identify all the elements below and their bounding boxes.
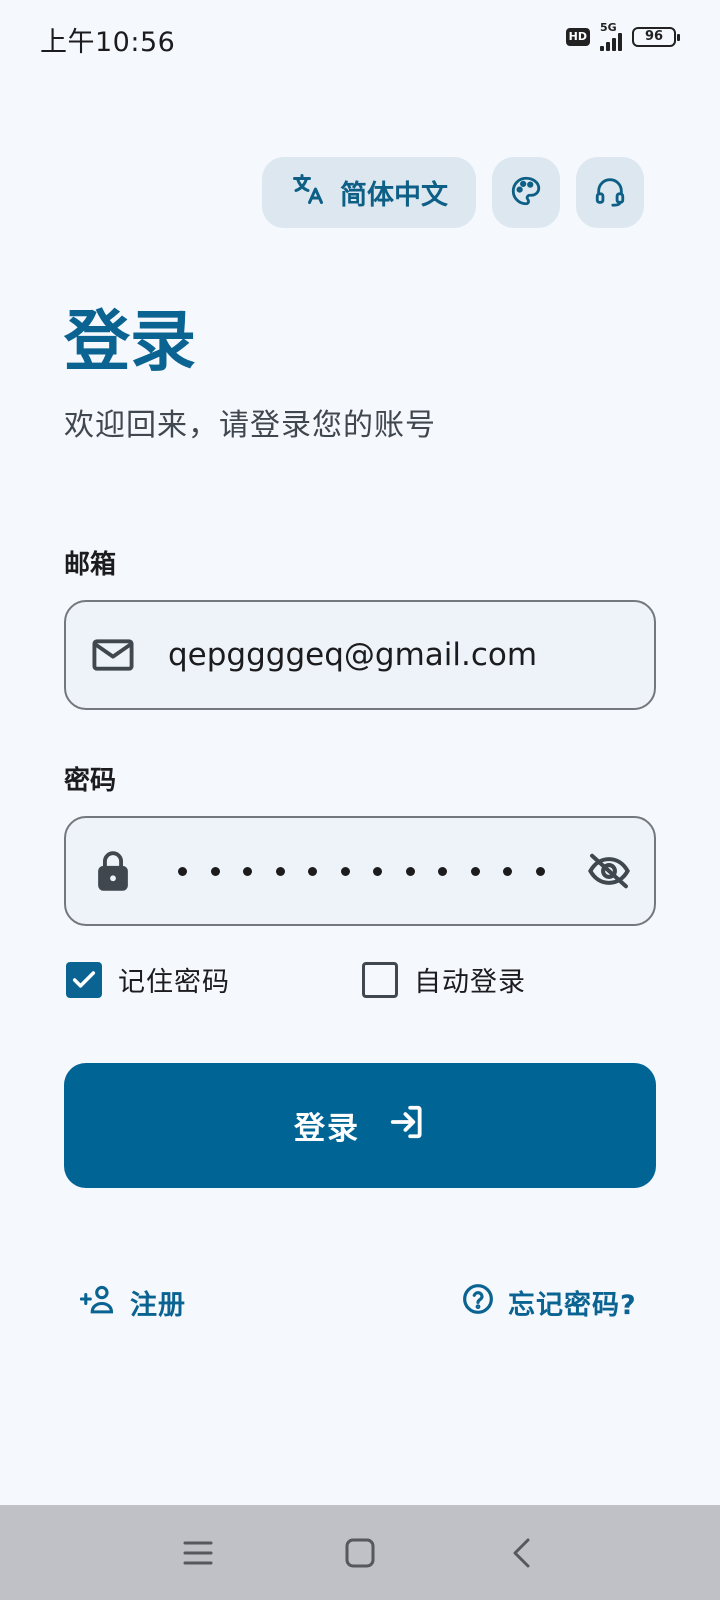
password-dot bbox=[210, 866, 220, 876]
back-icon[interactable] bbox=[502, 1533, 542, 1573]
forgot-password-label: 忘记密码? bbox=[508, 1290, 637, 1321]
hd-badge: HD bbox=[565, 27, 590, 46]
language-label: 简体中文 bbox=[340, 180, 448, 211]
remember-password-checkbox[interactable] bbox=[66, 961, 102, 998]
status-icons: HD 5G 96 bbox=[565, 22, 680, 51]
password-dot bbox=[405, 866, 415, 876]
password-dot bbox=[308, 866, 317, 876]
password-dot bbox=[373, 866, 382, 876]
email-field-container bbox=[64, 600, 656, 710]
password-field[interactable] bbox=[64, 816, 656, 926]
page-title: 登录 bbox=[64, 303, 196, 380]
password-dot bbox=[470, 866, 480, 876]
password-dot bbox=[438, 866, 447, 876]
login-button[interactable]: 登录 bbox=[64, 1063, 656, 1188]
email-field[interactable] bbox=[168, 602, 588, 708]
home-icon[interactable] bbox=[340, 1533, 380, 1573]
battery-level: 96 bbox=[644, 29, 664, 44]
password-dot bbox=[178, 866, 187, 876]
page-subtitle: 欢迎回来，请登录您的账号 bbox=[64, 408, 436, 443]
register-link[interactable]: 注册 bbox=[79, 1283, 186, 1322]
check-icon bbox=[72, 970, 96, 988]
palette-icon bbox=[509, 174, 543, 212]
support-button[interactable] bbox=[576, 157, 644, 228]
network-type: 5G bbox=[600, 21, 617, 34]
auto-login-checkbox[interactable] bbox=[362, 961, 398, 998]
password-dot bbox=[535, 866, 545, 876]
password-dot bbox=[275, 866, 285, 876]
forgot-password-link[interactable]: 忘记密码? bbox=[462, 1283, 637, 1322]
password-dot bbox=[503, 866, 512, 876]
remember-password-option[interactable]: 记住密码 bbox=[66, 960, 230, 999]
password-label: 密码 bbox=[64, 766, 117, 796]
signal-bars bbox=[600, 33, 622, 51]
email-label: 邮箱 bbox=[64, 550, 117, 580]
register-label: 注册 bbox=[130, 1290, 186, 1321]
mail-icon bbox=[92, 634, 134, 676]
status-time: 上午10:56 bbox=[40, 27, 176, 58]
eye-off-icon[interactable] bbox=[584, 846, 634, 896]
auto-login-label: 自动登录 bbox=[414, 967, 526, 998]
auto-login-option[interactable]: 自动登录 bbox=[362, 960, 526, 999]
theme-button[interactable] bbox=[492, 157, 560, 228]
remember-password-label: 记住密码 bbox=[118, 967, 230, 998]
password-dot bbox=[243, 866, 252, 876]
password-value bbox=[178, 818, 545, 924]
language-button[interactable]: 简体中文 bbox=[262, 157, 476, 228]
status-bar: 上午10:56 HD 5G 96 bbox=[0, 0, 720, 78]
headset-icon bbox=[593, 174, 627, 212]
lock-icon bbox=[92, 850, 134, 892]
signal-icon: 5G bbox=[600, 22, 622, 51]
login-icon bbox=[388, 1103, 426, 1149]
help-icon bbox=[462, 1283, 494, 1322]
top-actions: 简体中文 bbox=[262, 157, 644, 228]
battery-icon: 96 bbox=[632, 26, 680, 47]
login-button-label: 登录 bbox=[294, 1111, 360, 1147]
system-nav-bar bbox=[0, 1505, 720, 1600]
menu-icon[interactable] bbox=[178, 1533, 218, 1573]
add-user-icon bbox=[79, 1284, 116, 1321]
password-dot bbox=[340, 866, 350, 876]
translate-icon bbox=[290, 171, 326, 214]
